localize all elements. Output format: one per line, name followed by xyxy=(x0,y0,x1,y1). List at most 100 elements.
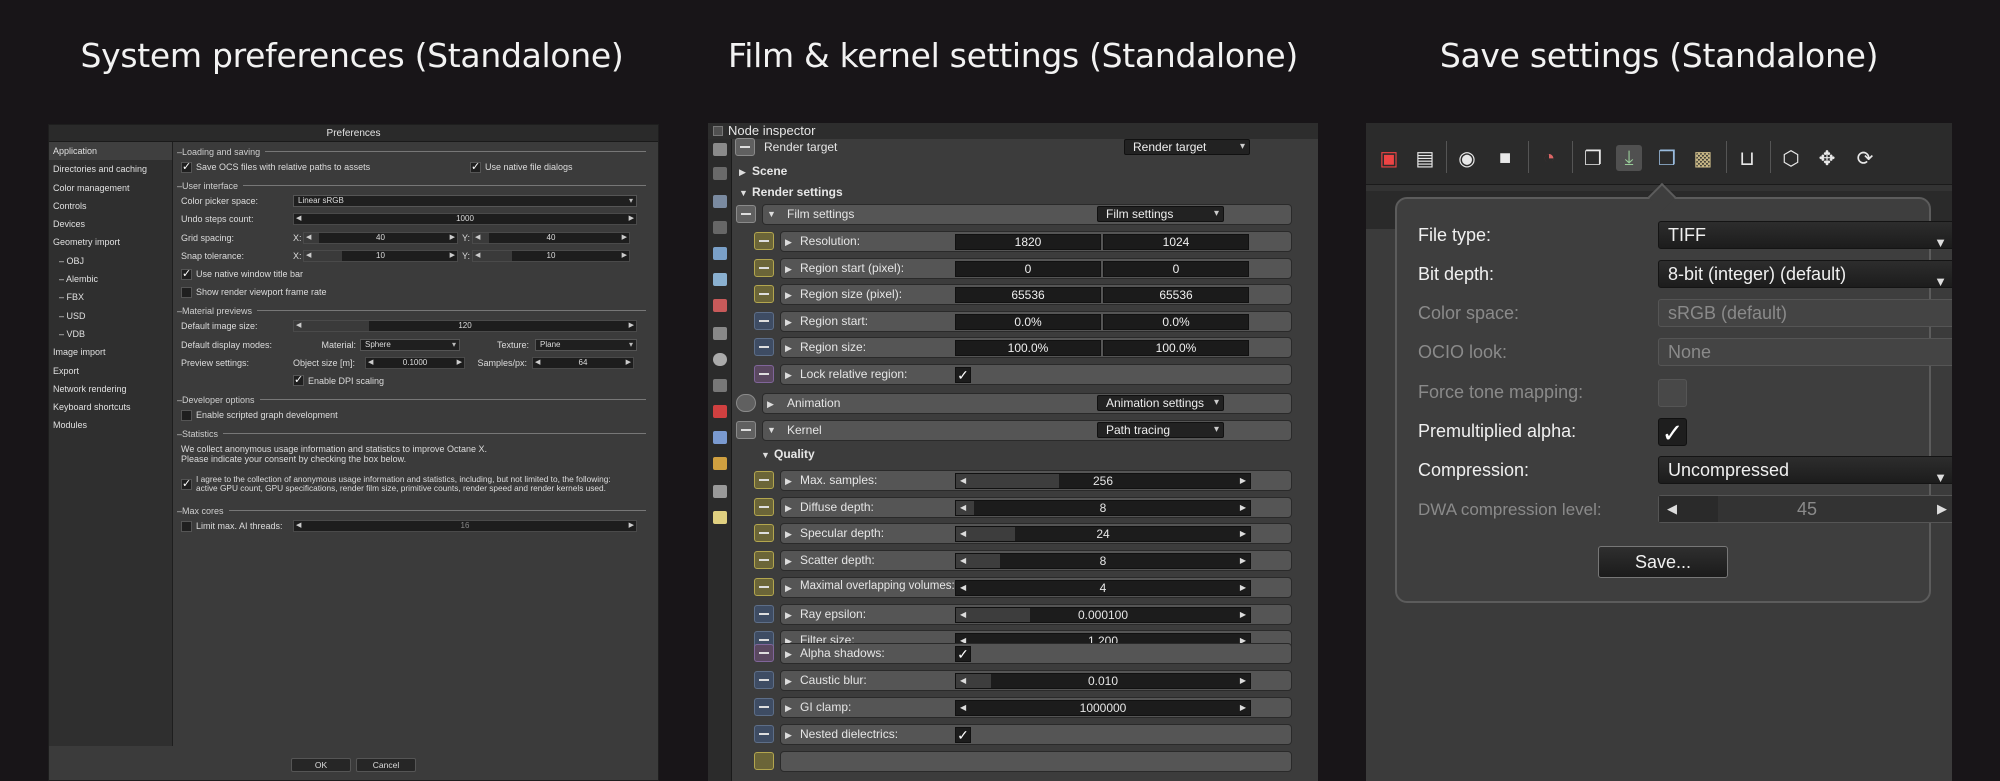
quality-row[interactable]: ▼ Quality xyxy=(732,444,1318,468)
save-ocs-checkbox[interactable] xyxy=(181,160,192,173)
kernel-row-slider[interactable]: ◀ 256 ▶ xyxy=(955,473,1251,489)
texture-dropdown[interactable]: Plane xyxy=(535,338,637,351)
expand-icon[interactable]: ▶ xyxy=(785,529,792,540)
snap-y-slider[interactable]: ◀ 10 ▶ xyxy=(472,249,630,262)
expand-icon[interactable]: ▶ xyxy=(785,237,792,248)
kernel-row-slider[interactable]: ◀ 0.000100 ▶ xyxy=(955,606,1251,623)
cancel-button[interactable]: Cancel xyxy=(356,758,416,772)
expand-icon[interactable]: ▶ xyxy=(767,399,774,410)
tool-material-icon[interactable] xyxy=(713,299,727,312)
save-button[interactable]: Save... xyxy=(1598,546,1728,578)
tool-clock-icon[interactable] xyxy=(713,353,727,366)
sidebar-item-image-import[interactable]: Image import xyxy=(49,343,172,361)
speedometer-icon[interactable]: ◔ xyxy=(1536,145,1562,171)
tool-camera-icon[interactable] xyxy=(713,221,727,234)
sidebar-item-vdb[interactable]: – VDB xyxy=(49,325,172,343)
background-icon[interactable]: ▩ xyxy=(1690,145,1716,171)
lock-region-checkbox[interactable]: ✓ xyxy=(955,367,971,383)
material-dropdown[interactable]: Sphere xyxy=(360,338,460,351)
expand-icon[interactable]: ▶ xyxy=(785,264,792,275)
kernel-row-slider[interactable]: ◀ 8 ▶ xyxy=(955,553,1251,570)
frame-rate-checkbox[interactable] xyxy=(181,286,192,298)
sidebar-item-application[interactable]: Application xyxy=(49,142,172,161)
expand-icon[interactable]: ▶ xyxy=(785,583,792,594)
collapse-icon[interactable]: ▼ xyxy=(739,188,748,198)
native-title-bar-checkbox[interactable] xyxy=(181,267,192,280)
film-region-icon[interactable]: ▤ xyxy=(1412,145,1438,171)
undo-slider[interactable]: ◀ 1000 ▶ xyxy=(293,213,637,226)
premult-checkbox[interactable]: ✓ xyxy=(1658,418,1687,447)
export-passes-icon[interactable]: ❒ xyxy=(1654,145,1680,171)
expand-icon[interactable]: ▶ xyxy=(785,370,792,381)
refresh-icon[interactable]: ⟳ xyxy=(1852,145,1878,171)
render-target-dropdown[interactable]: Render target xyxy=(1124,139,1250,155)
film-row-value-b[interactable]: 0.0% xyxy=(1103,313,1249,330)
expand-icon[interactable]: ▶ xyxy=(785,290,792,301)
tool-stack-icon[interactable] xyxy=(713,143,727,156)
collapse-icon[interactable]: ▼ xyxy=(767,209,776,219)
sidebar-item-export[interactable]: Export xyxy=(49,362,172,380)
snap-x-slider[interactable]: ◀ 10 ▶ xyxy=(303,249,458,262)
expand-icon[interactable]: ▶ xyxy=(785,317,792,328)
nested-checkbox[interactable]: ✓ xyxy=(955,727,971,743)
ok-button[interactable]: OK xyxy=(291,758,351,772)
picker-icon[interactable]: ◉ xyxy=(1454,145,1480,171)
expand-icon[interactable]: ▶ xyxy=(785,703,792,714)
sidebar-item-keyboard-shortcuts[interactable]: Keyboard shortcuts xyxy=(49,398,172,416)
dpi-checkbox[interactable] xyxy=(293,373,304,387)
kernel-row-slider[interactable]: ◀ 4 ▶ xyxy=(955,579,1251,596)
film-row-value-b[interactable]: 100.0% xyxy=(1103,340,1249,357)
render-settings-row[interactable]: ▼ Render settings xyxy=(732,182,1318,206)
film-row-value-b[interactable]: 0 xyxy=(1103,260,1249,277)
sidebar-item-obj[interactable]: – OBJ xyxy=(49,252,172,270)
expand-icon[interactable]: ▶ xyxy=(785,610,792,621)
consent-checkbox[interactable] xyxy=(181,477,192,490)
caustic-blur-slider[interactable]: ◀ 0.010 ▶ xyxy=(955,673,1251,689)
sidebar-item-modules[interactable]: Modules xyxy=(49,416,172,434)
limit-ai-checkbox[interactable] xyxy=(181,520,192,532)
tool-environment-icon[interactable] xyxy=(713,247,727,260)
object-size-slider[interactable]: ◀ 0.1000 ▶ xyxy=(365,356,465,369)
kernel-dropdown[interactable]: Path tracing xyxy=(1097,422,1224,438)
film-row-value-a[interactable]: 100.0% xyxy=(955,340,1101,357)
film-row-value-a[interactable]: 0.0% xyxy=(955,313,1101,330)
tool-gold-cube-icon[interactable] xyxy=(713,457,727,470)
expand-icon[interactable]: ▶ xyxy=(739,167,746,178)
grid-y-slider[interactable]: ◀ 40 ▶ xyxy=(472,231,630,244)
sidebar-item-devices[interactable]: Devices xyxy=(49,215,172,233)
sidebar-item-controls[interactable]: Controls xyxy=(49,197,172,215)
film-row-value-a[interactable]: 1820 xyxy=(955,234,1101,250)
native-dialogs-checkbox[interactable] xyxy=(470,160,481,173)
expand-icon[interactable]: ▶ xyxy=(785,503,792,514)
color-picker-dropdown[interactable]: Linear sRGB xyxy=(293,195,637,208)
expand-icon[interactable]: ▶ xyxy=(785,730,792,741)
tool-blue-cube-icon[interactable] xyxy=(713,431,727,444)
tool-image-icon[interactable] xyxy=(713,195,727,208)
limit-ai-slider[interactable]: ◀ 16 ▶ xyxy=(293,520,637,533)
sidebar-item-usd[interactable]: – USD xyxy=(49,307,172,325)
render-region-icon[interactable]: ▣ xyxy=(1376,145,1402,171)
tool-film-icon[interactable] xyxy=(713,327,727,340)
cube-icon[interactable]: ⬡ xyxy=(1778,145,1804,171)
sidebar-item-color-management[interactable]: Color management xyxy=(49,179,172,197)
expand-icon[interactable]: ▶ xyxy=(785,343,792,354)
sidebar-item-geometry-import[interactable]: Geometry import xyxy=(49,233,172,251)
film-settings-dropdown[interactable]: Film settings xyxy=(1097,206,1224,222)
tool-sphere-icon[interactable] xyxy=(713,273,727,286)
kernel-row-slider[interactable]: ◀ 8 ▶ xyxy=(955,499,1251,516)
sidebar-item-fbx[interactable]: – FBX xyxy=(49,288,172,306)
tool-red-cube-icon[interactable] xyxy=(713,405,727,418)
film-row-value-b[interactable]: 1024 xyxy=(1103,234,1249,250)
lock-icon[interactable]: ⊔ xyxy=(1734,145,1760,171)
save-render-icon[interactable]: ⤓ xyxy=(1616,145,1642,171)
bit-depth-dropdown[interactable]: 8-bit (integer) (default) ▼ xyxy=(1658,260,1952,289)
alpha-shadows-checkbox[interactable]: ✓ xyxy=(955,646,971,662)
display-icon[interactable]: ■ xyxy=(1492,145,1518,171)
tool-layers-icon[interactable] xyxy=(713,167,727,180)
copy-clipboard-icon[interactable]: ❐ xyxy=(1580,145,1606,171)
collapse-icon[interactable]: ▼ xyxy=(761,450,770,460)
collapse-icon[interactable]: ▼ xyxy=(767,425,776,435)
kernel-row-slider[interactable]: ◀ 24 ▶ xyxy=(955,526,1251,543)
compression-dropdown[interactable]: Uncompressed ▼ xyxy=(1658,456,1952,485)
image-size-slider[interactable]: ◀ 120 ▶ xyxy=(293,320,637,333)
